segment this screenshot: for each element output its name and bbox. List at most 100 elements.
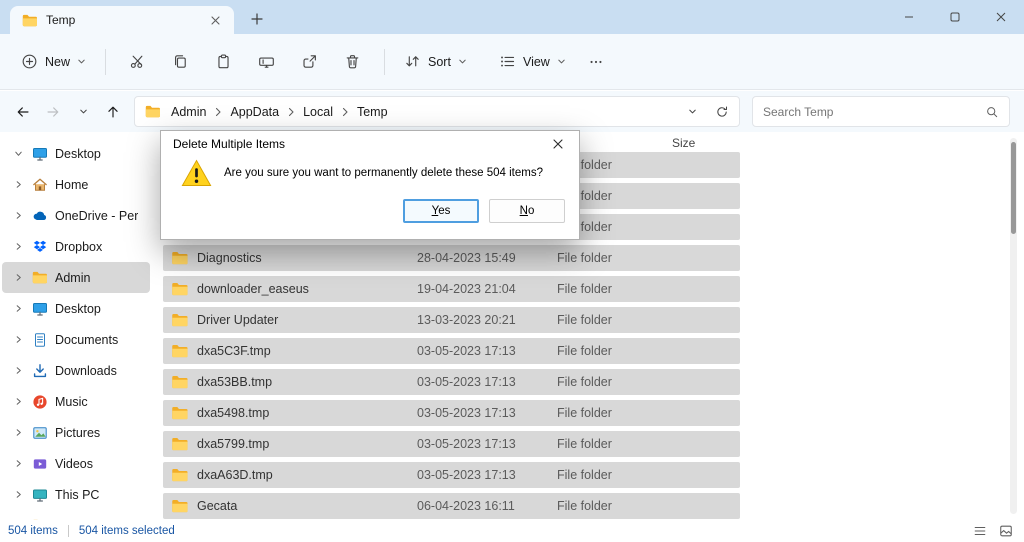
delete-dialog: Delete Multiple Items Are you sure you w… <box>160 130 580 240</box>
file-date: 28-04-2023 15:49 <box>417 251 557 265</box>
cut-button[interactable] <box>121 45 154 78</box>
breadcrumb-item[interactable]: AppData <box>228 102 281 122</box>
window-controls <box>886 0 1024 34</box>
folder-icon <box>171 313 189 327</box>
copy-button[interactable] <box>164 45 197 78</box>
column-header-size[interactable]: Size <box>672 136 695 150</box>
file-type: File folder <box>557 282 612 296</box>
arrow-up-icon <box>105 104 121 120</box>
sidebar-item-desktop[interactable]: Desktop <box>2 293 150 324</box>
no-button[interactable]: No <box>489 199 565 223</box>
document-icon <box>31 331 48 348</box>
minimize-button[interactable] <box>886 0 932 34</box>
new-button[interactable]: New <box>12 45 95 78</box>
new-tab-button[interactable] <box>246 8 268 30</box>
address-bar[interactable]: Admin AppData Local Temp <box>134 96 740 127</box>
chevron-right-icon[interactable] <box>12 304 24 313</box>
file-row[interactable]: Gecata 06-04-2023 16:11 File folder <box>163 493 740 519</box>
tab-close-icon[interactable] <box>204 9 226 31</box>
sidebar-item-documents[interactable]: Documents <box>2 324 150 355</box>
toolbar-separator <box>105 49 106 75</box>
file-row[interactable]: downloader_easeus 19-04-2023 21:04 File … <box>163 276 740 302</box>
sidebar-item-label: Documents <box>55 333 118 347</box>
dialog-title-bar[interactable]: Delete Multiple Items <box>161 131 579 157</box>
sidebar-item-partial[interactable] <box>2 510 150 520</box>
file-row[interactable]: dxa5498.tmp 03-05-2023 17:13 File folder <box>163 400 740 426</box>
details-view-button[interactable] <box>970 522 990 540</box>
breadcrumb-separator-icon[interactable] <box>341 107 349 117</box>
delete-button[interactable] <box>336 45 369 78</box>
chevron-right-icon[interactable] <box>12 242 24 251</box>
share-button[interactable] <box>293 45 326 78</box>
arrow-right-icon <box>45 104 61 120</box>
chevron-right-icon[interactable] <box>12 273 24 282</box>
chevron-right-icon[interactable] <box>12 366 24 375</box>
refresh-button[interactable] <box>709 99 735 125</box>
sidebar-item-onedrive[interactable]: OneDrive - Per <box>2 200 150 231</box>
file-row[interactable]: dxa5C3F.tmp 03-05-2023 17:13 File folder <box>163 338 740 364</box>
file-row[interactable]: Driver Updater 13-03-2023 20:21 File fol… <box>163 307 740 333</box>
folder-icon <box>145 105 161 118</box>
file-row[interactable]: Diagnostics 28-04-2023 15:49 File folder <box>163 245 740 271</box>
large-icons-view-button[interactable] <box>996 522 1016 540</box>
maximize-button[interactable] <box>932 0 978 34</box>
search-input[interactable] <box>763 105 985 119</box>
close-button[interactable] <box>978 0 1024 34</box>
chevron-right-icon[interactable] <box>12 428 24 437</box>
dialog-body: Are you sure you want to permanently del… <box>161 157 579 193</box>
chevron-right-icon[interactable] <box>12 397 24 406</box>
recent-locations-button[interactable] <box>68 97 98 127</box>
search-icon <box>985 105 999 119</box>
rename-button[interactable] <box>250 45 283 78</box>
breadcrumb-item[interactable]: Local <box>301 102 335 122</box>
chevron-down-icon <box>687 106 698 117</box>
back-button[interactable] <box>8 97 38 127</box>
file-row[interactable]: dxaA63D.tmp 03-05-2023 17:13 File folder <box>163 462 740 488</box>
chevron-down-icon[interactable] <box>12 149 24 158</box>
chevron-right-icon[interactable] <box>12 335 24 344</box>
tab-temp[interactable]: Temp <box>10 6 234 34</box>
sidebar-item-home[interactable]: Home <box>2 169 150 200</box>
file-explorer-window: Temp New <box>0 0 1024 542</box>
sidebar-item-pictures[interactable]: Pictures <box>2 417 150 448</box>
up-button[interactable] <box>98 97 128 127</box>
folder-icon <box>171 437 189 451</box>
file-name: Driver Updater <box>197 313 417 327</box>
breadcrumb-item[interactable]: Admin <box>169 102 208 122</box>
sidebar-item-desktop-pinned[interactable]: Desktop <box>2 138 150 169</box>
yes-button[interactable]: Yes <box>403 199 479 223</box>
sidebar-item-dropbox[interactable]: Dropbox <box>2 231 150 262</box>
view-button[interactable]: View <box>490 45 575 78</box>
sidebar-item-admin[interactable]: Admin <box>2 262 150 293</box>
forward-button[interactable] <box>38 97 68 127</box>
breadcrumb-separator-icon[interactable] <box>287 107 295 117</box>
file-name: Diagnostics <box>197 251 417 265</box>
chevron-right-icon[interactable] <box>12 211 24 220</box>
file-type: File folder <box>557 375 612 389</box>
breadcrumb-separator-icon[interactable] <box>214 107 222 117</box>
yes-button-label: Yes <box>432 205 451 217</box>
sidebar-item-downloads[interactable]: Downloads <box>2 355 150 386</box>
sidebar-item-music[interactable]: Music <box>2 386 150 417</box>
sidebar-item-videos[interactable]: Videos <box>2 448 150 479</box>
paste-button[interactable] <box>207 45 240 78</box>
breadcrumb-item[interactable]: Temp <box>355 102 390 122</box>
chevron-right-icon[interactable] <box>12 459 24 468</box>
chevron-down-icon <box>557 57 566 66</box>
folder-icon <box>171 468 189 482</box>
search-box[interactable] <box>752 96 1010 127</box>
chevron-right-icon[interactable] <box>12 490 24 499</box>
scrollbar-thumb[interactable] <box>1011 142 1016 234</box>
address-dropdown-button[interactable] <box>679 99 705 125</box>
monitor-icon <box>31 145 48 162</box>
sidebar-item-this-pc[interactable]: This PC <box>2 479 150 510</box>
folder-icon <box>171 282 189 296</box>
dialog-close-button[interactable] <box>537 131 579 157</box>
file-row[interactable]: dxa5799.tmp 03-05-2023 17:13 File folder <box>163 431 740 457</box>
file-row[interactable]: dxa53BB.tmp 03-05-2023 17:13 File folder <box>163 369 740 395</box>
more-options-button[interactable] <box>580 46 612 78</box>
vertical-scrollbar[interactable] <box>1010 138 1017 514</box>
onedrive-icon <box>31 207 48 224</box>
chevron-right-icon[interactable] <box>12 180 24 189</box>
sort-button[interactable]: Sort <box>395 45 476 78</box>
